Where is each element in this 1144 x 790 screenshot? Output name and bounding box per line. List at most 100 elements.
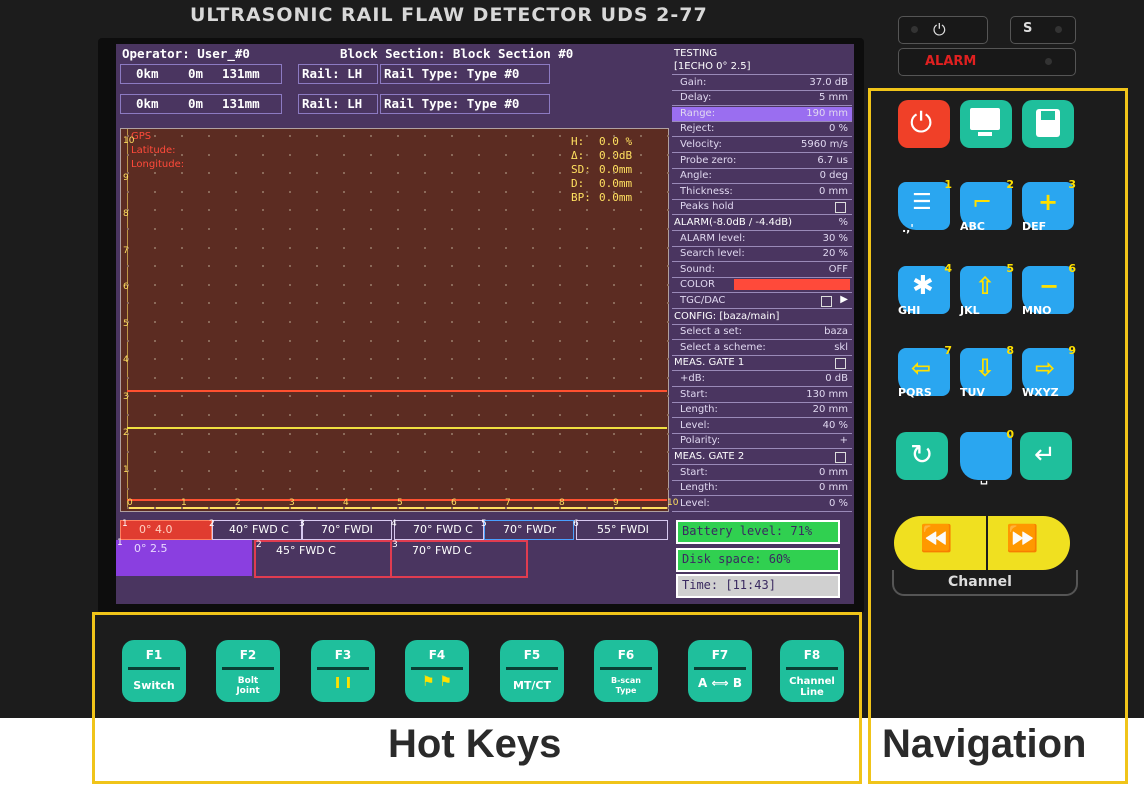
s-button[interactable]: S (1010, 16, 1076, 44)
grid-dot (316, 451, 318, 454)
setting-label: Start: (680, 388, 708, 400)
setting-row[interactable]: Reject: 0 % (672, 122, 852, 138)
setting-row[interactable]: Gain: 37.0 dB (672, 76, 852, 91)
checkbox[interactable] (835, 202, 846, 214)
setting-row[interactable]: Polarity: + (672, 434, 852, 450)
color-swatch[interactable] (734, 279, 850, 291)
grid-dot (343, 432, 345, 435)
setting-row[interactable]: Sound: OFF (672, 263, 852, 278)
power-button[interactable]: ⏻ (898, 16, 988, 44)
grid-dot (478, 414, 480, 416)
grid-dot (424, 451, 426, 454)
grid-dot (154, 414, 156, 416)
setting-row[interactable]: Peaks hold (672, 200, 852, 216)
grid-dot (532, 414, 534, 416)
grid-dot (289, 321, 291, 323)
grid-dot (640, 209, 642, 212)
setting-row[interactable]: [1ECHO 0° 2.5] (672, 60, 852, 75)
setting-row[interactable]: Start: 130 mm (672, 388, 852, 403)
y-tick-label: 3 (123, 391, 129, 402)
x-tick-label: 7 (505, 498, 511, 508)
meas-h-label: H: (571, 135, 585, 148)
setting-row[interactable]: Length: 20 mm (672, 403, 852, 419)
channel-tab-b2[interactable]: 2 45° FWD C (254, 540, 392, 578)
grid-dot (154, 376, 156, 379)
grid-dot (586, 321, 588, 323)
setting-row[interactable]: ALARM level: 30 % (672, 232, 852, 247)
setting-row[interactable]: MEAS. GATE 1 (672, 356, 852, 372)
setting-row[interactable]: Level: 40 % (672, 419, 852, 434)
setting-row[interactable]: Probe zero: 6.7 us (672, 154, 852, 169)
grid-dot (154, 469, 156, 472)
grid-dot (316, 358, 318, 361)
grid-dot (532, 451, 534, 454)
grid-dot (181, 283, 183, 286)
grid-dot (397, 414, 399, 416)
setting-row[interactable]: Range: 190 mm (672, 106, 852, 122)
setting-value: 6.7 us (817, 154, 848, 166)
channel-tab-2[interactable]: 2 40° FWD C (209, 519, 302, 540)
grid-dot (397, 228, 399, 230)
grid-dot (397, 339, 399, 342)
km-1: 0km (136, 66, 159, 81)
grid-dot (181, 265, 183, 268)
grid-dot (478, 488, 480, 491)
grid-dot (451, 265, 453, 268)
setting-row[interactable]: Length: 0 mm (672, 481, 852, 497)
a-scan-plot[interactable]: GPS Latitude: Longitude: H: 0.0 % Δ: 0.0… (120, 128, 678, 512)
setting-label: Reject: (680, 123, 715, 135)
mm-1: 131mm (222, 66, 260, 81)
checkbox[interactable] (821, 296, 832, 307)
channel-tab-3[interactable]: 3 70° FWDI (299, 519, 392, 540)
setting-row[interactable]: COLOR (672, 278, 852, 294)
setting-row[interactable]: Search level: 20 % (672, 247, 852, 263)
setting-row[interactable]: Select a scheme: skl (672, 341, 852, 356)
play-arrow-icon[interactable]: ▶ (840, 294, 848, 305)
checkbox[interactable] (835, 452, 846, 463)
time-text: Time: [11:43] (682, 578, 776, 592)
setting-label: MEAS. GATE 1 (674, 357, 745, 369)
setting-value: + (839, 435, 848, 447)
grid-dot (451, 395, 453, 398)
channel-tab-1[interactable]: 1 0° 4.0 (120, 519, 212, 540)
grid-dot (208, 451, 210, 454)
setting-row[interactable]: CONFIG: [baza/main] (672, 310, 852, 325)
x-tick-label: 2 (235, 498, 241, 508)
setting-row[interactable]: Velocity: 5960 m/s (672, 138, 852, 153)
channel-tab-b3[interactable]: 3 70° FWD C (390, 540, 528, 578)
grid-dot (397, 469, 399, 472)
setting-row[interactable]: TGC/DAC ▶ (672, 294, 852, 309)
grid-dot (640, 172, 642, 175)
channel-tab-4-label: 70° FWD C (413, 523, 473, 536)
setting-label: Peaks hold (680, 201, 734, 213)
grid-dot (640, 488, 642, 491)
setting-row[interactable]: Start: 0 mm (672, 466, 852, 481)
channel-tab-b1[interactable]: 1 0° 2.5 (116, 538, 252, 576)
setting-row[interactable]: MEAS. GATE 2 (672, 450, 852, 465)
setting-label: Length: (680, 404, 718, 416)
channel-tab-6[interactable]: 6 55° FWDI (573, 519, 668, 540)
grid-dot (613, 358, 615, 361)
channel-tab-4[interactable]: 4 70° FWD C (391, 519, 484, 540)
meas-d-value: 0.0mm (599, 177, 633, 190)
grid-dot (289, 414, 291, 416)
setting-row[interactable]: Select a set: baza (672, 325, 852, 341)
grid-dot (343, 172, 345, 175)
grid-dot (559, 395, 561, 398)
setting-row[interactable]: Level: 0 % (672, 497, 852, 512)
setting-row[interactable]: ALARM(-8.0dB / -4.4dB)% (672, 216, 852, 231)
checkbox[interactable] (835, 358, 846, 370)
grid-dot (640, 376, 642, 379)
channel-tab-5[interactable]: 5 70° FWDr (481, 519, 574, 540)
setting-row[interactable]: Delay: 5 mm (672, 91, 852, 107)
channel-tab-2-label: 40° FWD C (229, 523, 289, 536)
grid-dot (154, 265, 156, 268)
setting-row[interactable]: +dB: 0 dB (672, 372, 852, 387)
setting-row[interactable]: Angle: 0 deg (672, 169, 852, 185)
grid-dot (640, 339, 642, 342)
grid-dot (127, 190, 129, 193)
setting-row[interactable]: Thickness: 0 mm (672, 185, 852, 200)
grid-dot (208, 395, 210, 398)
grid-dot (559, 488, 561, 491)
setting-label: Level: (680, 497, 710, 509)
